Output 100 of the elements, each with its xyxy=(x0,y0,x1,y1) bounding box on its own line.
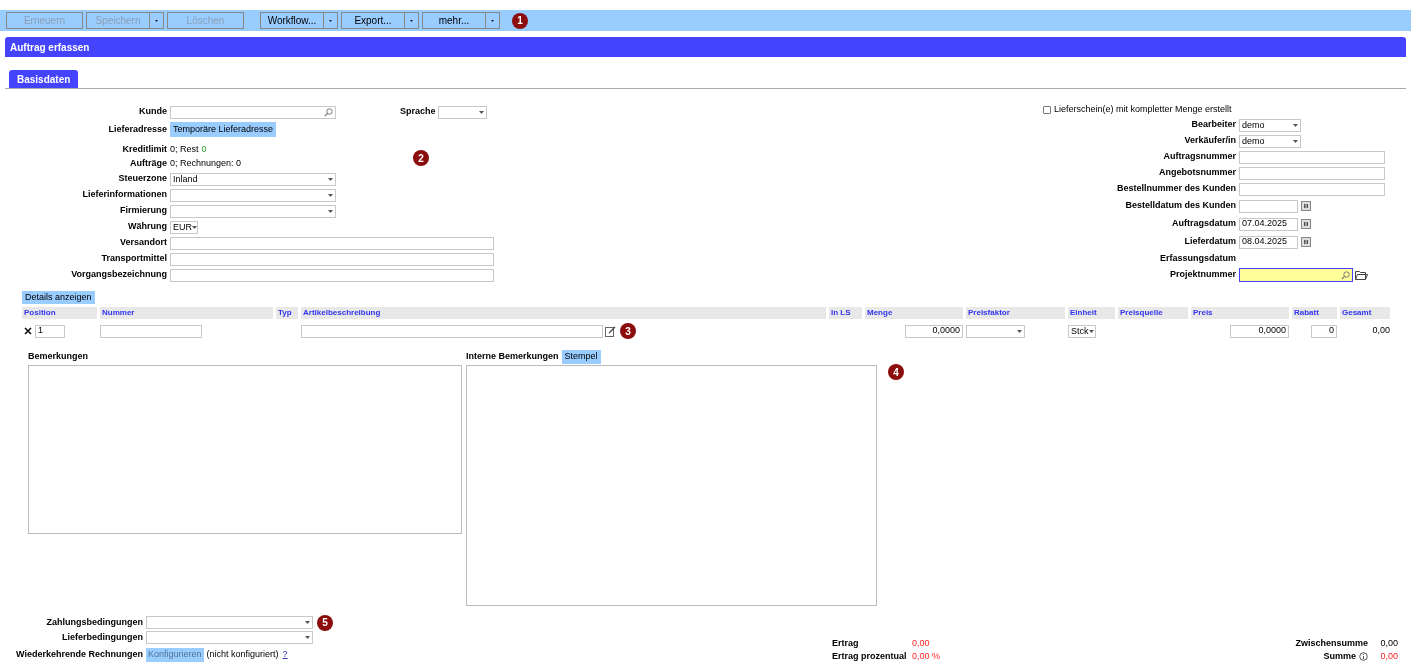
input-field[interactable] xyxy=(1239,150,1385,164)
caret-icon xyxy=(1017,329,1022,333)
field-label: Bestellnummer des Kunden xyxy=(1115,182,1237,196)
remarks-textarea[interactable] xyxy=(28,365,462,534)
input-field[interactable] xyxy=(301,324,603,338)
calendar-icon xyxy=(1301,219,1311,229)
delivery-address-button[interactable]: Temporäre Lieferadresse xyxy=(170,122,277,137)
step-badge: 5 xyxy=(317,614,333,631)
folder-icon xyxy=(1355,270,1368,280)
select-field[interactable]: demo xyxy=(1239,134,1301,148)
field-label: Bestelldatum des Kunden xyxy=(1124,199,1237,213)
info-value: 0 xyxy=(201,143,207,157)
input-field[interactable]: 07.04.2025 xyxy=(1239,217,1298,231)
profit-value: 0,00 xyxy=(912,636,930,650)
caret-icon xyxy=(192,225,197,229)
search-icon xyxy=(324,107,333,117)
dropdown-button[interactable] xyxy=(405,12,419,29)
delete-icon xyxy=(24,327,32,335)
input-field[interactable] xyxy=(100,324,202,338)
input-field[interactable] xyxy=(170,252,494,266)
field-label: Auftragsdatum xyxy=(1171,217,1237,231)
select-field[interactable] xyxy=(966,324,1025,338)
field-label: Auftragsnummer xyxy=(1162,150,1237,164)
select-field[interactable]: Stck xyxy=(1068,324,1096,338)
select-field[interactable]: demo xyxy=(1239,118,1301,132)
dropdown-button[interactable] xyxy=(150,12,164,29)
caret-icon xyxy=(1088,329,1094,333)
field-label: Lieferdatum xyxy=(1183,235,1237,249)
select-field[interactable]: EUR xyxy=(170,220,198,234)
step-badge: 1 xyxy=(512,12,528,29)
help-link[interactable]: ? xyxy=(282,647,288,662)
column-header: Rabatt xyxy=(1292,307,1337,319)
field-label: Währung xyxy=(127,220,168,234)
info-icon xyxy=(1359,652,1368,661)
column-header: Nummer xyxy=(100,307,273,319)
dropdown-button[interactable] xyxy=(324,12,338,29)
select-field[interactable]: Inland xyxy=(170,172,336,186)
select-field[interactable] xyxy=(170,204,336,218)
input-field[interactable] xyxy=(170,268,494,282)
caret-icon xyxy=(328,209,333,213)
input-field[interactable] xyxy=(170,236,494,250)
input-field[interactable] xyxy=(1239,166,1385,180)
field-label: Transportmittel xyxy=(100,252,168,266)
column-header: Artikelbeschreibung xyxy=(301,307,826,319)
tab[interactable]: Basisdaten xyxy=(9,70,79,88)
page-title: Auftrag erfassen xyxy=(5,37,1406,57)
field-label: Vorgangsbezeichnung xyxy=(70,268,168,282)
field-label: Sprache xyxy=(400,105,437,119)
input-field[interactable] xyxy=(1239,182,1385,196)
step-badge: 3 xyxy=(620,323,636,339)
search-field[interactable] xyxy=(170,105,336,119)
edit-icon xyxy=(605,325,616,337)
field-label: Lieferinformationen xyxy=(81,188,168,202)
toolbar-button[interactable]: Export... xyxy=(341,12,405,29)
input-field[interactable] xyxy=(1239,199,1298,213)
caret-icon xyxy=(305,636,310,639)
checkbox[interactable] xyxy=(1043,106,1051,114)
search-field[interactable] xyxy=(1239,268,1353,282)
select-field[interactable] xyxy=(146,616,313,629)
calendar-icon xyxy=(1301,201,1311,211)
step-badge: 2 xyxy=(413,150,429,166)
checkbox-label: Lieferschein(e) mit kompletter Menge erstellt xyxy=(1054,103,1232,117)
field-label: Angebotsnummer xyxy=(1158,166,1237,180)
caret-icon xyxy=(410,19,413,22)
field-label: Ertrag prozentual xyxy=(832,649,908,662)
dropdown-button[interactable] xyxy=(486,12,500,29)
input-field[interactable]: 08.04.2025 xyxy=(1239,235,1298,249)
select-field[interactable] xyxy=(438,105,487,119)
select-field[interactable] xyxy=(146,631,313,644)
column-header: Typ xyxy=(276,307,298,319)
stamp-button[interactable]: Stempel xyxy=(561,350,601,364)
field-label: Kunde xyxy=(138,105,168,119)
internal-remarks-textarea[interactable] xyxy=(466,365,877,606)
field-label: Wiederkehrende Rechnungen xyxy=(15,647,144,661)
caret-icon xyxy=(328,177,333,181)
field-label: Bemerkungen xyxy=(28,350,89,364)
info-text: 0; Rest xyxy=(170,143,199,157)
calendar-icon xyxy=(1301,237,1311,247)
select-field[interactable] xyxy=(170,188,336,202)
profit-value: 0,00 % xyxy=(912,649,941,662)
toolbar-button[interactable]: Workflow... xyxy=(260,12,324,29)
column-header: Menge xyxy=(865,307,963,319)
input-field[interactable]: 0,0000 xyxy=(1230,324,1289,338)
caret-icon xyxy=(479,110,484,114)
row-total: 0,00 xyxy=(1372,324,1390,338)
toolbar-button[interactable]: mehr... xyxy=(422,12,486,29)
caret-icon xyxy=(329,19,332,22)
input-field[interactable]: 0,0000 xyxy=(905,324,963,338)
column-header: Preis xyxy=(1191,307,1289,319)
field-label: Bearbeiter xyxy=(1190,118,1237,132)
caret-icon xyxy=(1293,123,1298,127)
column-header: Position xyxy=(22,307,97,319)
field-label: Ertrag xyxy=(832,636,860,650)
input-field[interactable]: 1 xyxy=(35,324,65,338)
field-label: Erfassungsdatum xyxy=(1158,252,1237,266)
details-button[interactable]: Details anzeigen xyxy=(22,291,95,304)
field-label: Lieferadresse xyxy=(107,122,168,136)
status-text: (nicht konfiguriert) xyxy=(206,647,279,661)
caret-icon xyxy=(155,19,158,22)
input-field[interactable]: 0 xyxy=(1311,324,1337,338)
